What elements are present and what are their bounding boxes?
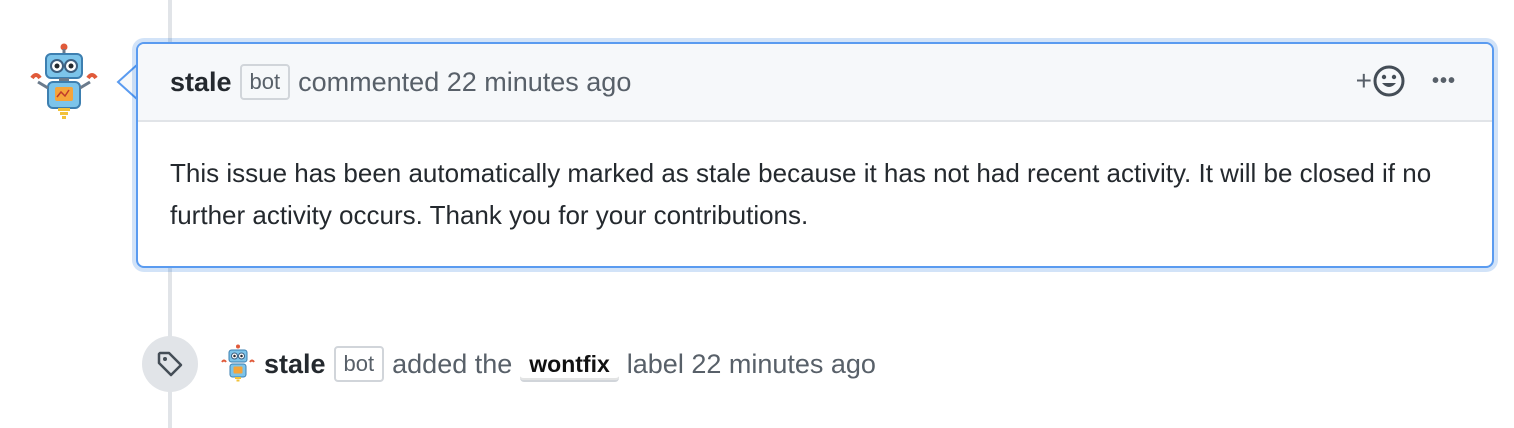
event-action-text: added the — [392, 348, 513, 379]
event-bot-badge: bot — [333, 346, 385, 382]
event-timestamp[interactable]: label 22 minutes ago — [627, 349, 876, 380]
comment-box: stale bot commented 22 minutes ago + •••… — [136, 42, 1494, 268]
plus-label: + — [1355, 65, 1372, 96]
more-options-button[interactable]: ••• — [1432, 70, 1456, 93]
kebab-horizontal-icon: ••• — [1431, 69, 1456, 92]
tag-badge — [142, 336, 198, 392]
comment-author-link[interactable]: stale — [170, 67, 232, 98]
robot-avatar-icon[interactable] — [28, 42, 100, 122]
comment-header: stale bot commented 22 minutes ago + ••• — [138, 44, 1492, 122]
robot-avatar-small-icon[interactable] — [220, 344, 256, 384]
event-author-link[interactable]: stale — [264, 349, 326, 380]
smiley-icon — [1373, 65, 1405, 97]
comment-body: This issue has been automatically marked… — [170, 158, 1432, 230]
wontfix-label[interactable]: wontfix — [520, 346, 619, 382]
comment-actions: + ••• — [1356, 64, 1456, 98]
label-event: stale bot added the wontfix label 22 min… — [142, 336, 876, 392]
add-reaction-button[interactable]: + — [1356, 64, 1406, 98]
comment-timestamp[interactable]: commented 22 minutes ago — [298, 67, 631, 98]
bot-badge: bot — [239, 64, 291, 100]
tag-icon — [157, 351, 183, 377]
